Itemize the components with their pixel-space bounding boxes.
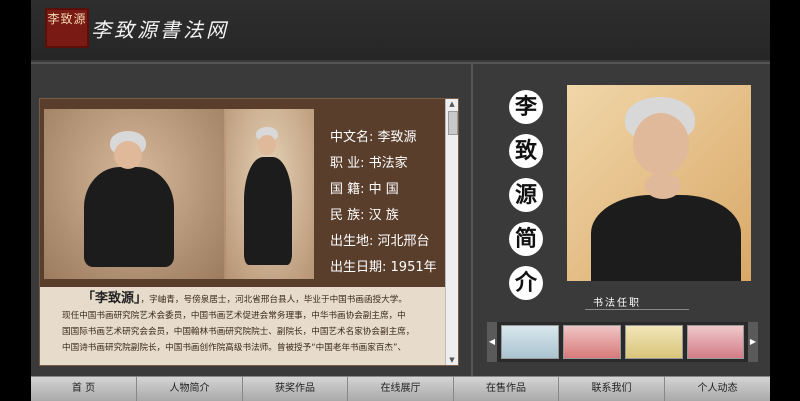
bio-text: 「李致源」，字岫青，号傍泉居士，河北省邢台县人，毕业于中国书画函授大学。 现任中…: [40, 287, 458, 365]
nav-item-news[interactable]: 个人动态: [665, 377, 770, 401]
info-value: 李致源: [377, 130, 417, 145]
info-label: 民 族:: [330, 208, 365, 223]
scroll-up-icon[interactable]: ▲: [446, 99, 458, 109]
bottom-nav: 首 页 人物简介 获奖作品 在线展厅 在售作品 联系我们 个人动态: [31, 376, 770, 401]
info-row: 出生地: 河北邢台: [330, 229, 437, 255]
profile-photo-standing: [226, 109, 314, 279]
subheading-underline: [585, 309, 689, 310]
nav-item-home[interactable]: 首 页: [31, 377, 137, 401]
section-subheading: 书法任职: [593, 298, 641, 309]
info-row: 中文名: 李致源: [330, 125, 437, 151]
portrait-photo: [567, 85, 751, 281]
info-value: 河北邢台: [377, 234, 430, 249]
title-char: 致: [509, 134, 543, 168]
title-char: 介: [509, 266, 543, 300]
certificate-thumbnail[interactable]: [687, 325, 744, 359]
profile-info: 中文名: 李致源 职 业: 书法家 国 籍: 中 国 民 族: 汉 族 出生地:…: [330, 125, 437, 281]
bio-line: 现任中国书画研究院艺术会委员，中国书画艺术促进会常务理事，中华书画协会副主席，中: [62, 311, 406, 321]
column-divider: [471, 64, 473, 376]
bio-name: 「李致源」: [82, 291, 141, 306]
title-char: 李: [509, 90, 543, 124]
carousel-left-arrow-icon[interactable]: ◀: [487, 322, 497, 362]
info-value: 汉 族: [368, 208, 399, 223]
info-row: 出生日期: 1951年: [330, 255, 437, 281]
certificate-carousel: ◀ ▶: [487, 322, 758, 362]
info-label: 国 籍:: [330, 182, 365, 197]
info-label: 职 业:: [330, 156, 365, 171]
certificate-thumbnail[interactable]: [501, 325, 559, 359]
vertical-scrollbar[interactable]: ▲ ▼: [445, 99, 458, 365]
nav-item-contact[interactable]: 联系我们: [559, 377, 665, 401]
certificate-thumbnail[interactable]: [625, 325, 683, 359]
scroll-down-icon[interactable]: ▼: [446, 355, 458, 365]
photo-strip: [44, 109, 314, 279]
bio-line: 国国际书画艺术研究会会员，中国翰林书画研究院院士、副院长，中国艺术名家协会副主席…: [62, 327, 415, 337]
info-row: 职 业: 书法家: [330, 151, 437, 177]
title-char: 简: [509, 222, 543, 256]
info-label: 中文名:: [330, 130, 374, 145]
seal-logo[interactable]: 李致源: [45, 8, 89, 48]
scrollbar-thumb[interactable]: [448, 111, 458, 135]
title-char: 源: [509, 178, 543, 212]
info-value: 书法家: [368, 156, 408, 171]
info-row: 民 族: 汉 族: [330, 203, 437, 229]
profile-panel: 中文名: 李致源 职 业: 书法家 国 籍: 中 国 民 族: 汉 族 出生地:…: [39, 98, 459, 366]
site-frame: 李致源 李致源書法网 中文名: 李致源 职 业: 书法家 国 籍: 中 国 民 …: [31, 0, 770, 401]
info-value: 1951年: [390, 260, 437, 275]
site-title[interactable]: 李致源書法网: [91, 14, 229, 43]
info-value: 中 国: [368, 182, 399, 197]
info-label: 出生地:: [330, 234, 374, 249]
header: 李致源 李致源書法网: [31, 0, 770, 60]
nav-item-for-sale[interactable]: 在售作品: [454, 377, 559, 401]
bio-line-text: ，字岫青，号傍泉居士，河北省邢台县人，毕业于中国书画函授大学。: [140, 295, 407, 305]
carousel-right-arrow-icon[interactable]: ▶: [748, 322, 758, 362]
profile-photo-seated: [44, 109, 224, 279]
bio-line: 「李致源」，字岫青，号傍泉居士，河北省邢台县人，毕业于中国书画函授大学。: [62, 291, 436, 308]
info-row: 国 籍: 中 国: [330, 177, 437, 203]
info-label: 出生日期:: [330, 260, 387, 275]
title-column: 李 致 源 简 介: [509, 90, 549, 310]
header-divider: [31, 62, 770, 64]
certificate-thumbnail[interactable]: [563, 325, 621, 359]
nav-item-gallery[interactable]: 在线展厅: [348, 377, 454, 401]
nav-item-awards[interactable]: 获奖作品: [243, 377, 348, 401]
bio-line: 中国诗书画研究院副院长，中国书画创作院高级书法师。曾被授予“中国老年书画家百杰”…: [62, 343, 407, 353]
nav-item-profile[interactable]: 人物简介: [137, 377, 243, 401]
